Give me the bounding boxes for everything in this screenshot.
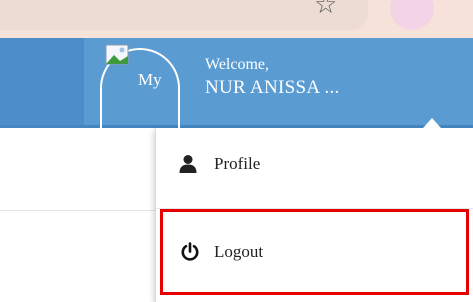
avatar-alt-text: My bbox=[138, 70, 162, 89]
browser-toolbar: ☆ bbox=[0, 0, 473, 38]
address-bar[interactable]: ☆ bbox=[0, 0, 368, 30]
broken-image-icon bbox=[105, 44, 129, 65]
menu-item-profile[interactable]: Profile bbox=[156, 146, 473, 182]
logout-highlight-box: Logout bbox=[160, 209, 469, 295]
content-divider bbox=[0, 210, 155, 211]
user-avatar[interactable]: My bbox=[100, 44, 180, 158]
browser-profile-avatar[interactable] bbox=[390, 0, 434, 30]
username-text[interactable]: NUR ANISSA ... bbox=[205, 77, 340, 99]
dropdown-caret-icon bbox=[423, 118, 441, 128]
user-icon bbox=[178, 154, 198, 174]
menu-item-label: Profile bbox=[214, 154, 261, 173]
welcome-text: Welcome, bbox=[205, 56, 270, 73]
menu-item-logout[interactable]: Logout bbox=[163, 212, 466, 292]
header-left-panel bbox=[0, 38, 84, 128]
menu-item-label: Logout bbox=[214, 242, 264, 261]
power-icon bbox=[180, 242, 200, 262]
bookmark-star-icon[interactable]: ☆ bbox=[314, 0, 337, 20]
user-dropdown-menu: Profile Logout bbox=[155, 128, 473, 302]
